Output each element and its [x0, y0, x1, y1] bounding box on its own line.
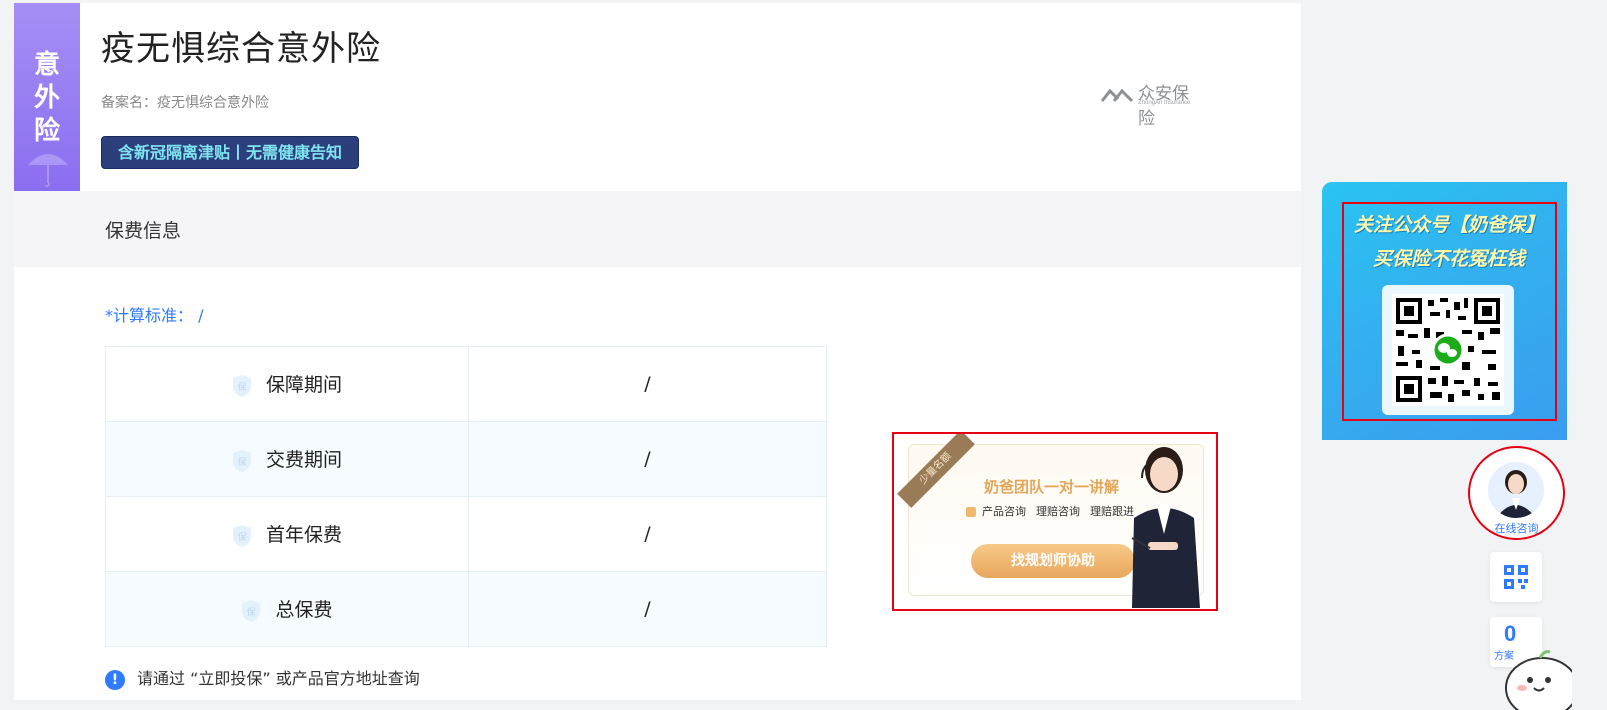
table-value-cell: / — [468, 571, 827, 647]
limited-ribbon: 少量名额 — [897, 434, 975, 508]
table-row: 保 保障期间 / — [105, 346, 827, 422]
mascot-icon — [1505, 650, 1572, 710]
qr-code-icon — [1504, 565, 1528, 589]
row-label: 总保费 — [275, 599, 333, 622]
table-label-cell: 保 保障期间 — [105, 346, 469, 422]
table-label-cell: 保 交费期间 — [105, 421, 469, 497]
consult-item: 产品咨询 — [982, 505, 1026, 518]
consult-banner[interactable]: 少量名额 奶爸团队一对一讲解 产品咨询 理赔咨询 理赔跟进 找规划师协助 — [892, 432, 1218, 611]
premium-notice: ! 请通过 “立即投保” 或产品官方地址查询 — [105, 665, 420, 690]
qr-subheadline: 买保险不花冤枉钱 — [1372, 248, 1525, 270]
qr-code — [1392, 294, 1504, 406]
online-consult-label: 在线咨询 — [1494, 522, 1539, 535]
online-consult-button[interactable]: 在线咨询 — [1468, 446, 1565, 540]
svg-text:保: 保 — [237, 456, 246, 468]
consult-title: 奶爸团队一对一讲解 — [984, 478, 1120, 496]
category-tag: 意 外 险 — [14, 3, 80, 192]
advisor-avatar — [1488, 462, 1544, 518]
find-planner-button[interactable]: 找规划师协助 — [971, 544, 1135, 578]
shield-icon: 保 — [232, 374, 251, 397]
consult-item: 理赔咨询 — [1036, 505, 1080, 518]
umbrella-icon — [28, 154, 68, 187]
wechat-qr-panel[interactable]: 关注公众号【奶爸保】 买保险不花冤枉钱 — [1322, 182, 1567, 440]
calc-standard: *计算标准： / — [105, 306, 204, 325]
table-row: 保 首年保费 / — [105, 496, 827, 572]
insurer-logo-en: ZhongAn Insurance — [1138, 100, 1191, 106]
table-value-cell: / — [468, 421, 827, 497]
check-icon — [966, 507, 976, 517]
svg-text:保: 保 — [247, 606, 256, 618]
table-value-cell: / — [468, 346, 827, 422]
category-char: 外 — [33, 83, 60, 113]
qr-headline: 关注公众号【奶爸保】 — [1353, 214, 1544, 236]
row-label: 保障期间 — [265, 374, 342, 397]
info-icon: ! — [105, 669, 125, 690]
table-value-cell: / — [468, 496, 827, 572]
row-label: 首年保费 — [265, 524, 342, 547]
qr-code-button[interactable] — [1490, 552, 1542, 602]
svg-text:保: 保 — [237, 381, 246, 393]
table-label-cell: 保 首年保费 — [105, 496, 469, 572]
section-title: 保费信息 — [105, 220, 182, 242]
insurer-logo-mark-icon — [1100, 88, 1134, 103]
advisor-avatar-icon — [1488, 462, 1544, 518]
table-label-cell: 保 总保费 — [105, 571, 469, 647]
row-label: 交费期间 — [265, 449, 342, 472]
svg-text:保: 保 — [237, 531, 246, 543]
shield-icon: 保 — [232, 449, 251, 472]
notice-text: 请通过 “立即投保” 或产品官方地址查询 — [137, 669, 420, 688]
table-row: 保 交费期间 / — [105, 421, 827, 497]
category-char: 意 — [33, 50, 60, 80]
plan-count: 0 — [1504, 621, 1517, 646]
table-row: 保 总保费 / — [105, 571, 827, 647]
insurer-logo: 众安保险 ZhongAn Insurance — [1100, 79, 1200, 129]
premium-table: 保保障期间 / 保交费期间 / 保首年保费 / 保总保费 / — [105, 346, 827, 647]
premium-section-header: 保费信息 — [14, 191, 1301, 267]
record-name: 备案名：疫无惧综合意外险 — [101, 95, 269, 111]
shield-icon: 保 — [242, 599, 261, 622]
feature-badge: 含新冠隔离津贴丨无需健康告知 — [101, 136, 360, 169]
product-title: 疫无惧综合意外险 — [101, 29, 381, 69]
qr-code-box — [1382, 285, 1514, 415]
shield-icon: 保 — [232, 524, 251, 547]
advisor-illustration — [1131, 447, 1200, 608]
